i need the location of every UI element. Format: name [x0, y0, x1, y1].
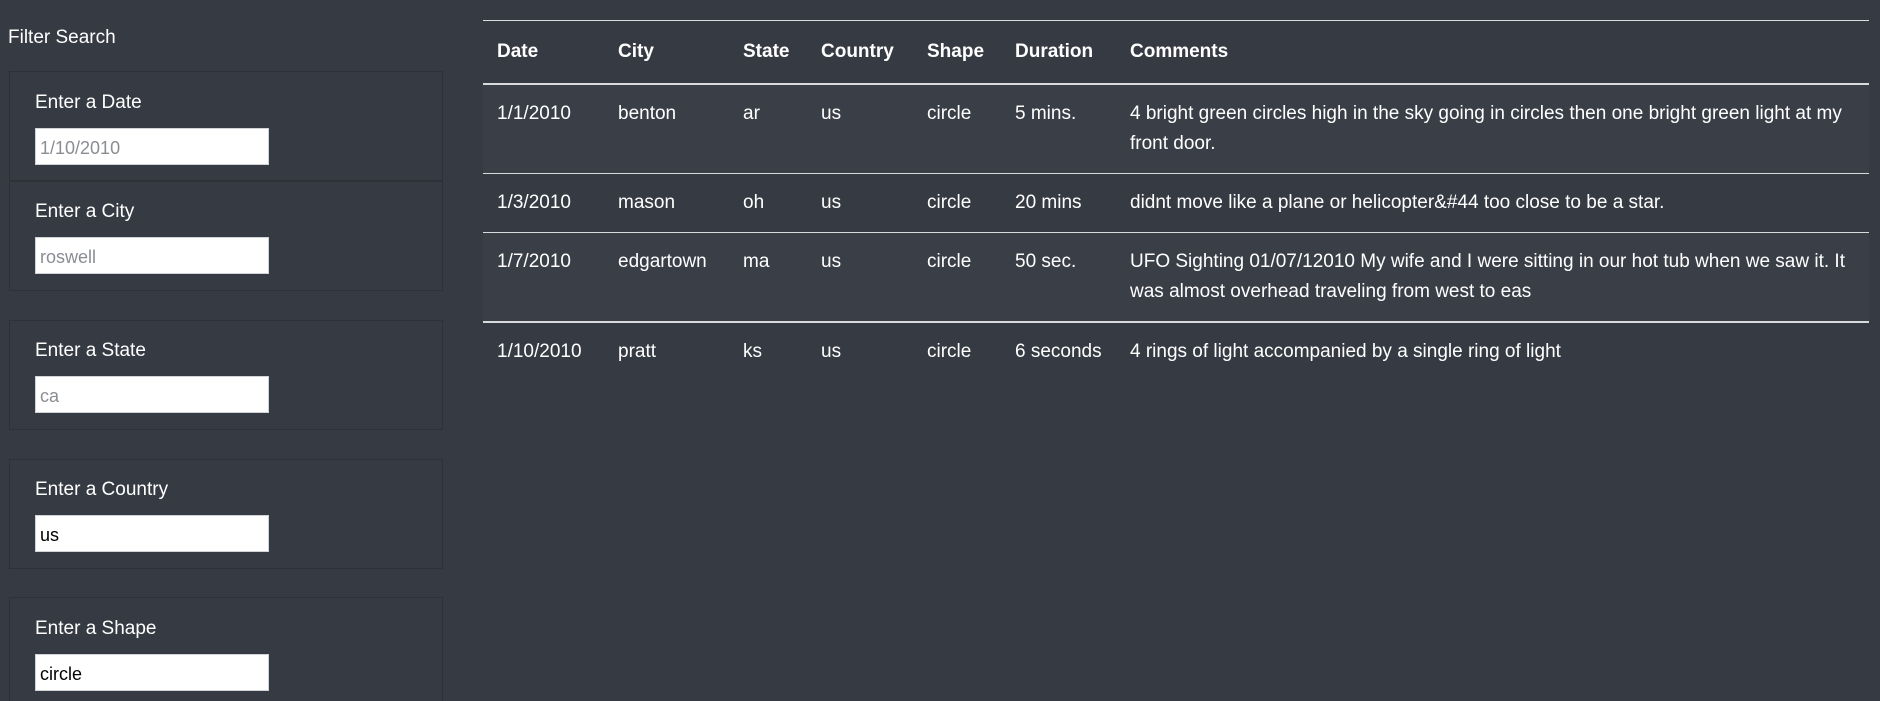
cell-date: 1/7/2010 [483, 232, 604, 323]
shape-input[interactable] [35, 654, 269, 691]
page: Filter Search Enter a Date Enter a City … [0, 0, 1880, 701]
cell-shape: circle [913, 84, 1001, 174]
shape-filter-card: Enter a Shape [9, 597, 443, 701]
cell-city: pratt [618, 341, 657, 362]
cell-duration: 20 mins [1001, 173, 1116, 233]
cell-state: ks [743, 341, 762, 362]
cell-shape: circle [927, 341, 972, 362]
date-filter-card: Enter a Date [9, 71, 443, 181]
cell-country: us [821, 341, 842, 362]
cell-state: ma [729, 232, 807, 323]
table-row: 1/10/2010 pratt ks us circle 6 seconds 4… [483, 322, 1869, 381]
table-row: 1/3/2010 mason oh us circle 20 mins didn… [483, 173, 1869, 233]
cell-city: benton [604, 84, 729, 174]
country-input[interactable] [35, 515, 269, 552]
state-filter-card: Enter a State [9, 320, 443, 430]
cell-country: us [807, 84, 913, 174]
cell-comments: didnt move like a plane or helicopter&#4… [1116, 173, 1869, 233]
column-header-date[interactable]: Date [483, 21, 604, 85]
column-header-country[interactable]: Country [807, 21, 913, 85]
table-row: 1/1/2010 benton ar us circle 5 mins. 4 b… [483, 84, 1869, 174]
cell-state: oh [729, 173, 807, 233]
ufo-sightings-table: Date City State Country Shape Duration C… [483, 21, 1869, 381]
date-filter-label: Enter a Date [35, 92, 142, 113]
cell-date: 1/10/2010 [497, 341, 582, 362]
cell-comments: 4 rings of light accompanied by a single… [1130, 341, 1561, 362]
city-filter-label: Enter a City [35, 201, 135, 222]
cell-country: us [807, 173, 913, 233]
cell-state: ar [729, 84, 807, 174]
table-header-row: Date City State Country Shape Duration C… [483, 21, 1869, 85]
date-input[interactable] [35, 128, 269, 165]
city-filter-card: Enter a City [9, 181, 443, 291]
state-input[interactable] [35, 376, 269, 413]
filter-search-title: Filter Search [8, 27, 116, 48]
column-header-duration[interactable]: Duration [1001, 21, 1116, 85]
column-header-comments[interactable]: Comments [1116, 21, 1869, 85]
cell-duration: 5 mins. [1001, 84, 1116, 174]
column-header-city[interactable]: City [604, 21, 729, 85]
cell-date: 1/1/2010 [483, 84, 604, 174]
state-filter-label: Enter a State [35, 340, 146, 361]
results-panel: Date City State Country Shape Duration C… [483, 20, 1869, 381]
country-filter-label: Enter a Country [35, 479, 169, 500]
country-filter-card: Enter a Country [9, 459, 443, 569]
cell-shape: circle [913, 232, 1001, 323]
column-header-shape[interactable]: Shape [913, 21, 1001, 85]
shape-filter-label: Enter a Shape [35, 618, 157, 639]
cell-city: edgartown [604, 232, 729, 323]
column-header-state[interactable]: State [729, 21, 807, 85]
cell-date: 1/3/2010 [483, 173, 604, 233]
cell-comments: 4 bright green circles high in the sky g… [1116, 84, 1869, 174]
cell-duration: 6 seconds [1015, 341, 1102, 362]
table-row: 1/7/2010 edgartown ma us circle 50 sec. … [483, 232, 1869, 323]
cell-comments: UFO Sighting 01/07/12010 My wife and I w… [1116, 232, 1869, 323]
filter-sidebar: Filter Search Enter a Date Enter a City … [0, 0, 460, 701]
cell-country: us [807, 232, 913, 323]
city-input[interactable] [35, 237, 269, 274]
cell-duration: 50 sec. [1001, 232, 1116, 323]
cell-city: mason [604, 173, 729, 233]
cell-shape: circle [913, 173, 1001, 233]
